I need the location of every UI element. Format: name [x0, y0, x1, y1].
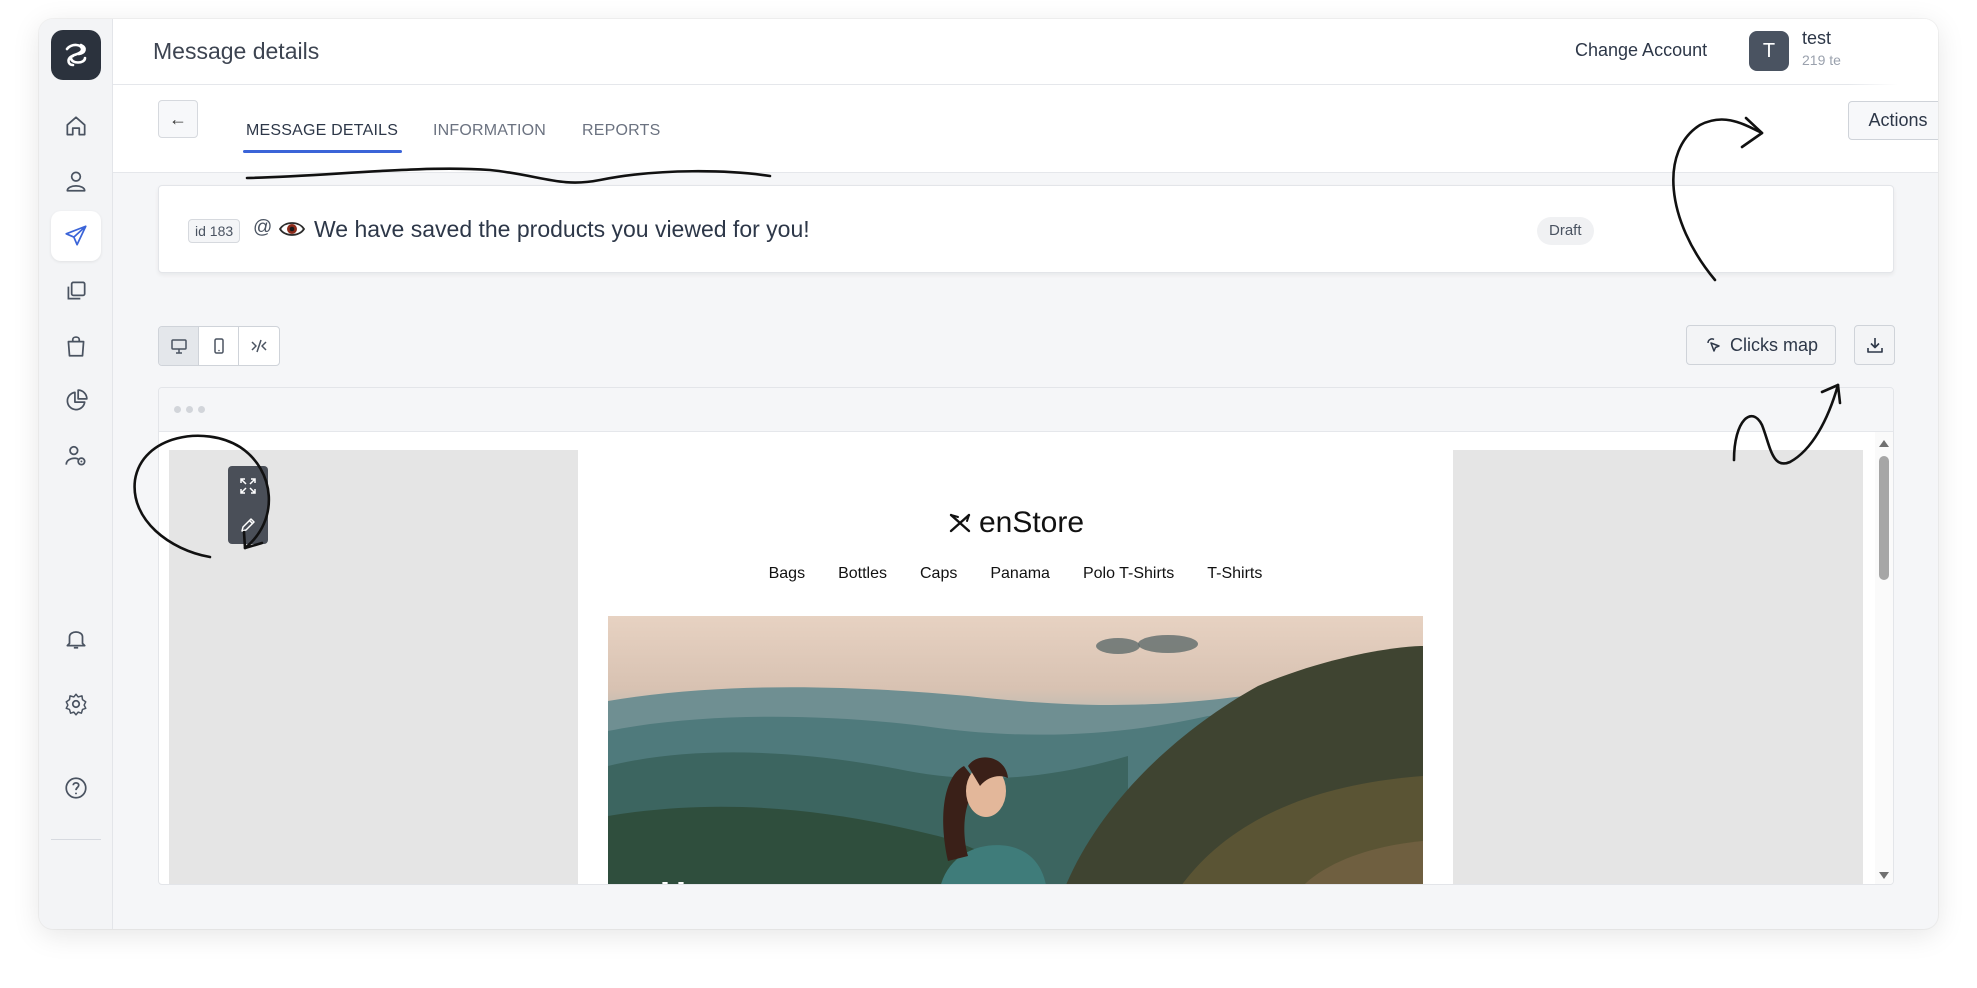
page-title: Message details: [153, 38, 320, 64]
copy-icon: [67, 281, 86, 300]
sidebar-item-settings[interactable]: [51, 679, 101, 729]
email-body: enStore Bags Bottles Caps Panama Polo T-…: [578, 450, 1453, 884]
download-icon: [1866, 338, 1883, 353]
mobile-icon: [213, 338, 224, 354]
status-badge: Draft: [1537, 217, 1594, 245]
sidebar: [39, 19, 113, 929]
user-name[interactable]: test: [1802, 28, 1831, 49]
mobile-view-button[interactable]: [199, 327, 239, 365]
cursor-click-icon: [1707, 338, 1720, 352]
message-id-badge: id 183: [188, 219, 241, 243]
avatar[interactable]: T: [1749, 31, 1789, 71]
scroll-up-icon[interactable]: [1879, 440, 1889, 447]
email-menu: Bags Bottles Caps Panama Polo T-Shirts T…: [578, 565, 1453, 583]
sidebar-item-products[interactable]: [51, 321, 101, 371]
clicks-map-label: Clicks map: [1729, 334, 1818, 355]
email-brand: enStore: [578, 506, 1453, 540]
help-icon: [65, 777, 87, 799]
active-tab-indicator: [243, 150, 402, 153]
more-dots-icon[interactable]: [174, 406, 205, 413]
send-icon: [65, 225, 87, 246]
sidebar-item-analytics[interactable]: [51, 376, 101, 426]
menu-item-bottles[interactable]: Bottles: [838, 565, 887, 583]
menu-item-tshirts[interactable]: T-Shirts: [1207, 565, 1262, 583]
menu-item-caps[interactable]: Caps: [920, 565, 957, 583]
scrollbar-thumb[interactable]: [1879, 456, 1889, 580]
topbar: Message details Change Account T test 21…: [113, 19, 1938, 85]
preview-header: [159, 388, 1893, 432]
actions-label: Actions: [1868, 110, 1928, 130]
sidebar-item-user-settings[interactable]: [51, 431, 101, 481]
brand-logo-icon: [949, 513, 971, 533]
hero-title: Новая коллекция: [660, 874, 968, 884]
back-button[interactable]: ←: [158, 100, 198, 138]
code-icon: [251, 339, 267, 353]
desktop-view-button[interactable]: [159, 327, 199, 365]
header-fade: [1848, 19, 1938, 85]
download-button[interactable]: [1854, 325, 1895, 365]
actions-button[interactable]: Actions: [1848, 101, 1938, 140]
clicks-map-button[interactable]: Clicks map: [1686, 325, 1836, 365]
tab-reports[interactable]: REPORTS: [582, 122, 660, 140]
desktop-icon: [170, 339, 187, 354]
sidebar-item-campaigns[interactable]: [51, 211, 101, 261]
message-subject: We have saved the products you viewed fo…: [314, 216, 810, 242]
gear-icon: [65, 693, 87, 716]
menu-item-panama[interactable]: Panama: [990, 565, 1050, 583]
sidebar-item-notifications[interactable]: [51, 613, 101, 663]
hero-image: Новая коллекция: [608, 616, 1423, 884]
brand-name: enStore: [978, 506, 1085, 539]
email-preview-frame: enStore Bags Bottles Caps Panama Polo T-…: [158, 387, 1894, 885]
sidebar-item-help[interactable]: [51, 763, 101, 813]
fullscreen-icon[interactable]: [239, 477, 257, 495]
sidebar-item-contacts[interactable]: [51, 156, 101, 206]
pencil-icon[interactable]: [239, 516, 257, 534]
app-window: Message details Change Account T test 21…: [39, 19, 1938, 929]
code-view-button[interactable]: [239, 327, 279, 365]
home-icon: [66, 116, 86, 136]
preview-margin-right: [1453, 450, 1863, 884]
view-mode-toggle: [158, 326, 280, 366]
shopping-bag-icon: [67, 336, 85, 357]
email-channel-icon: @: [253, 217, 273, 238]
tab-message-details[interactable]: MESSAGE DETAILS: [246, 122, 398, 140]
user-subtitle: 219 te: [1802, 52, 1841, 68]
tab-information[interactable]: INFORMATION: [433, 122, 546, 140]
pie-chart-icon: [66, 389, 88, 411]
sidebar-item-templates[interactable]: [51, 266, 101, 316]
menu-item-bags[interactable]: Bags: [769, 565, 805, 583]
preview-floating-tools: [228, 466, 268, 544]
logo-icon[interactable]: [51, 30, 101, 80]
user-icon: [66, 171, 86, 192]
change-account-link[interactable]: Change Account: [1575, 40, 1707, 61]
menu-item-polo-tshirts[interactable]: Polo T-Shirts: [1083, 565, 1174, 583]
sidebar-item-home[interactable]: [51, 101, 101, 151]
eye-icon: [278, 218, 306, 245]
bell-icon: [66, 631, 86, 649]
tab-bar: ← MESSAGE DETAILS INFORMATION REPORTS Ac…: [113, 85, 1938, 173]
message-summary-card: id 183 @ We have saved the products you …: [158, 185, 1894, 273]
scroll-down-icon[interactable]: [1879, 872, 1889, 879]
user-settings-icon: [65, 445, 86, 466]
sidebar-divider: [51, 839, 101, 840]
